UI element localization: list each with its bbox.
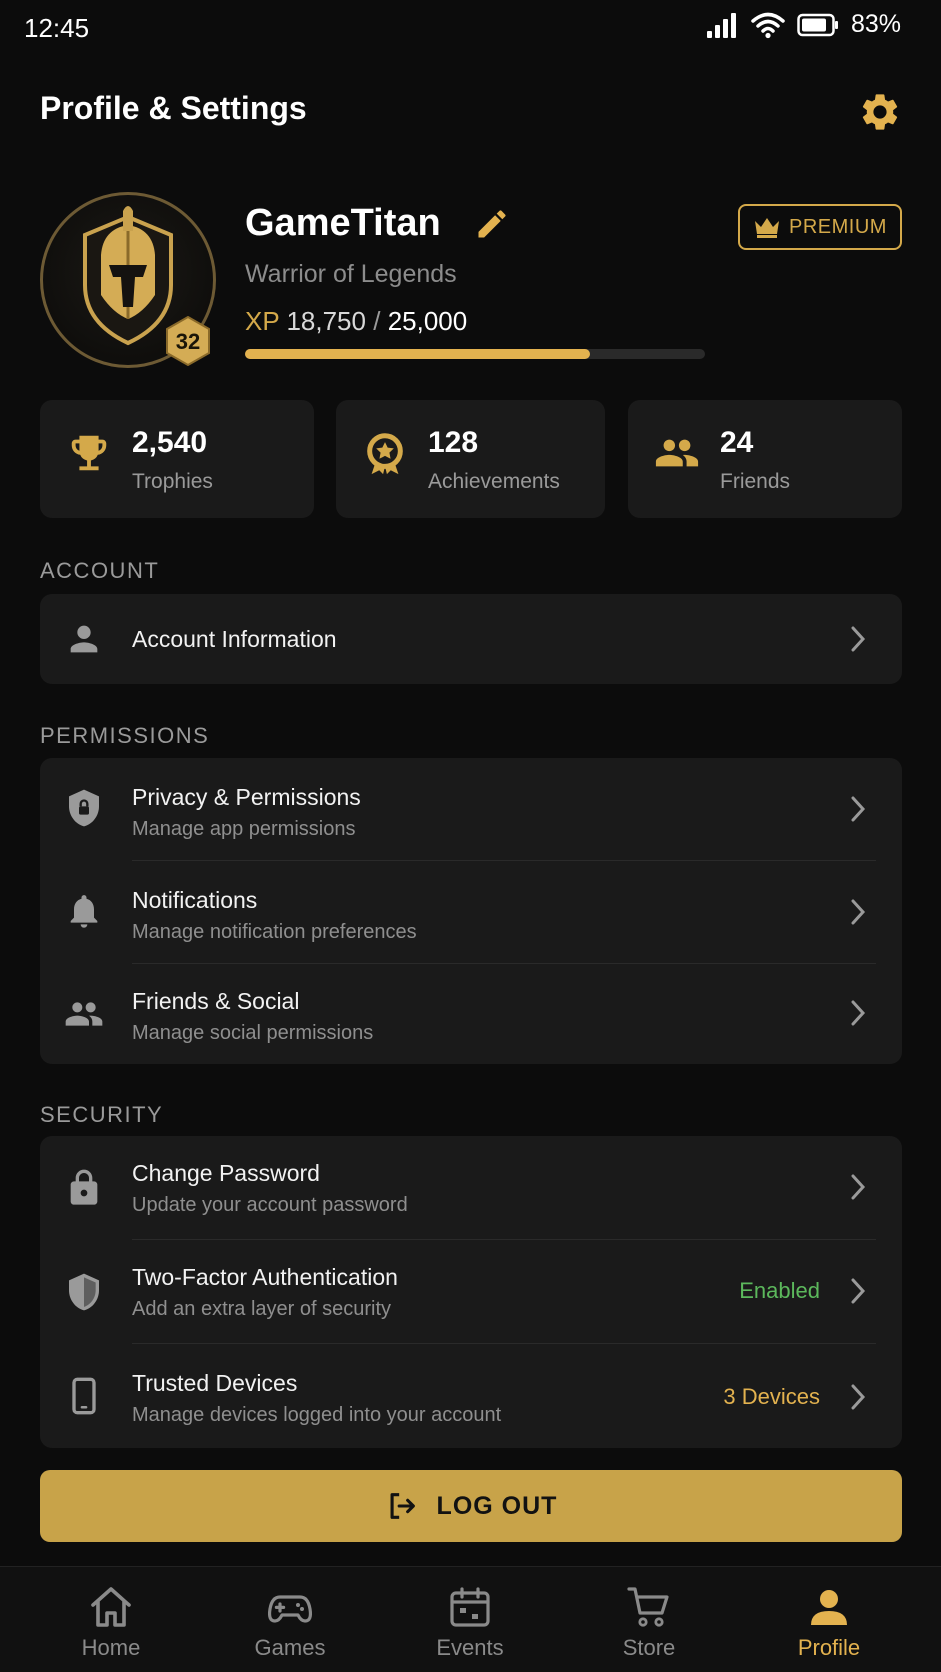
people-icon (65, 1002, 103, 1026)
stat-label: Trophies (132, 470, 213, 493)
row-title: Two-Factor Authentication (132, 1264, 398, 1290)
xp-label: XP (245, 306, 280, 336)
shield-lock-icon (69, 789, 99, 827)
row-subtitle: Manage notification preferences (132, 921, 417, 943)
xp-progress-fill (245, 349, 590, 359)
nav-store[interactable]: Store (579, 1579, 719, 1665)
row-account-information[interactable]: Account Information (40, 594, 902, 684)
battery-percent: 83% (850, 10, 901, 38)
stat-card-achievements[interactable]: 128 Achievements (336, 400, 605, 518)
logout-icon (390, 1493, 415, 1519)
pencil-icon[interactable] (474, 206, 510, 242)
stat-card-trophies[interactable]: 2,540 Trophies (40, 400, 314, 518)
xp-max: 25,000 (387, 306, 468, 336)
battery-icon (797, 13, 838, 36)
signal-icon (706, 12, 736, 38)
xp-current: 18,750 (286, 306, 366, 336)
row-title: Notifications (132, 887, 258, 913)
row-title: Friends & Social (132, 988, 300, 1014)
xp-readout: XP 18,750 / 25,000 (245, 306, 467, 337)
nav-label: Home (81, 1635, 141, 1660)
status-badge-devices: 3 Devices (723, 1384, 820, 1409)
chevron-right-icon (851, 1174, 866, 1200)
profile-subtitle: Warrior of Legends (245, 260, 457, 288)
shield-icon (69, 1273, 99, 1311)
chevron-right-icon (851, 1384, 866, 1410)
permissions-card: Privacy & Permissions Manage app permiss… (40, 758, 902, 1064)
wifi-icon (751, 12, 785, 38)
stat-value: 128 (428, 426, 479, 459)
bottom-nav: Home Games Events Store Profile (0, 1566, 941, 1672)
logout-button[interactable]: LOG OUT (40, 1470, 902, 1542)
row-title: Privacy & Permissions (132, 784, 361, 810)
section-title-security: SECURITY (40, 1102, 164, 1127)
profile-icon (811, 1590, 847, 1625)
status-time: 12:45 (24, 13, 90, 43)
row-title: Change Password (132, 1160, 320, 1186)
username: GameTitan (245, 202, 441, 244)
row-subtitle: Manage devices logged into your account (132, 1404, 502, 1426)
chevron-right-icon (851, 899, 866, 925)
page-title: Profile & Settings (40, 90, 307, 126)
calendar-icon (450, 1587, 490, 1627)
chevron-right-icon (851, 626, 866, 652)
xp-separator: / (373, 306, 381, 336)
row-notifications[interactable]: Notifications Manage notification prefer… (40, 861, 902, 963)
nav-label: Games (254, 1635, 326, 1660)
stat-label: Friends (720, 470, 791, 493)
person-icon (70, 625, 98, 653)
stat-card-friends[interactable]: 24 Friends (628, 400, 902, 518)
row-two-factor-auth[interactable]: Two-Factor Authentication Add an extra l… (40, 1240, 902, 1343)
gear-icon[interactable] (858, 90, 902, 134)
lock-icon (70, 1169, 98, 1205)
row-subtitle: Add an extra layer of security (132, 1298, 392, 1320)
row-change-password[interactable]: Change Password Update your account pass… (40, 1136, 902, 1239)
nav-label: Store (622, 1635, 676, 1660)
nav-label: Events (436, 1635, 504, 1660)
stat-value: 2,540 (132, 426, 208, 459)
row-title: Account Information (132, 626, 337, 652)
account-card: Account Information (40, 594, 902, 684)
gamepad-icon (267, 1595, 313, 1623)
premium-label: PREMIUM (789, 215, 887, 238)
chevron-right-icon (851, 796, 866, 822)
nav-games[interactable]: Games (220, 1579, 360, 1665)
xp-progress-bar (245, 349, 705, 359)
nav-label: Profile (797, 1635, 861, 1660)
level-badge: 32 (166, 316, 210, 366)
nav-profile[interactable]: Profile (759, 1579, 899, 1665)
section-title-account: ACCOUNT (40, 558, 160, 583)
cart-icon (627, 1587, 669, 1627)
row-subtitle: Manage social permissions (132, 1022, 374, 1044)
row-friends-social[interactable]: Friends & Social Manage social permissio… (40, 964, 902, 1064)
row-subtitle: Update your account password (132, 1194, 408, 1216)
nav-events[interactable]: Events (400, 1579, 540, 1665)
chevron-right-icon (851, 1278, 866, 1304)
status-icons: 83% (705, 10, 901, 39)
status-badge-enabled: Enabled (739, 1278, 820, 1303)
stat-value: 24 (720, 426, 754, 459)
friends-icon (655, 439, 699, 467)
premium-badge: PREMIUM (738, 204, 902, 250)
medal-icon (367, 433, 403, 475)
nav-home[interactable]: Home (41, 1579, 181, 1665)
home-icon (91, 1587, 131, 1627)
row-title: Trusted Devices (132, 1370, 298, 1396)
crown-icon (755, 218, 780, 238)
chevron-right-icon (851, 1000, 866, 1026)
phone-icon (72, 1377, 96, 1415)
status-bar: 12:45 83% (0, 0, 941, 56)
level-number: 32 (175, 329, 201, 354)
row-subtitle: Manage app permissions (132, 818, 356, 840)
row-privacy-permissions[interactable]: Privacy & Permissions Manage app permiss… (40, 758, 902, 860)
logout-label: LOG OUT (436, 1491, 558, 1520)
section-title-permissions: PERMISSIONS (40, 723, 210, 748)
trophy-icon (71, 435, 107, 471)
security-card: Change Password Update your account pass… (40, 1136, 902, 1448)
stat-label: Achievements (428, 470, 560, 493)
row-trusted-devices[interactable]: Trusted Devices Manage devices logged in… (40, 1344, 902, 1448)
bell-icon (70, 895, 98, 928)
